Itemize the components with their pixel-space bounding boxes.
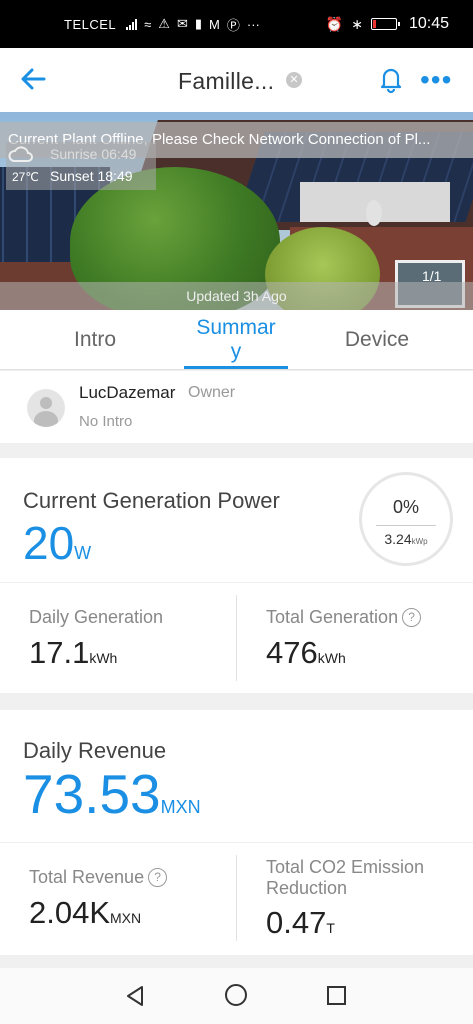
tab-summary[interactable]: Summar y [184,310,288,370]
warning-icon: ⚠ [158,16,170,31]
satellite-dish [366,200,382,226]
tab-device[interactable]: Device [322,310,432,370]
app-header: Famille... ✕ ••• [0,48,473,112]
plant-photo-banner[interactable]: Current Plant Offline, Please Check Netw… [0,112,473,310]
capacity-number: 3.24 [384,531,412,547]
battery-icon [370,18,400,30]
daily-revenue-number: 73.53 [23,763,161,825]
nav-home-icon[interactable] [225,984,247,1006]
total-revenue-label: Total Revenue? [29,867,168,888]
total-generation-text: Total Generation [266,607,399,627]
sunset: Sunset 18:49 [50,168,133,184]
nav-back-icon[interactable] [124,985,146,1007]
owner-intro: No Intro [79,413,133,430]
wifi-icon: ≈ [144,16,152,32]
more-icon: ··· [246,16,260,32]
daily-generation-number: 17.1 [29,635,90,670]
tab-intro[interactable]: Intro [40,310,150,370]
co2-number: 0.47 [266,905,327,940]
owner-name: LucDazemar [79,383,176,402]
sunrise-label: Sunrise [50,146,98,162]
power-unit: W [74,543,92,563]
gmail-icon: M [209,16,220,32]
signal-icon [126,18,138,30]
sunset-label: Sunset [50,168,94,184]
updated-time: Updated 3h Ago [0,282,473,310]
owner-role: Owner [188,384,236,401]
close-icon[interactable]: ✕ [286,72,302,88]
power-number: 20 [23,517,75,569]
capacity-ring: 0% 3.24kWp [359,472,453,566]
bluetooth-icon: ∗ [351,15,363,32]
daily-generation-unit: kWh [89,650,118,666]
totals-card: Total Revenue? 2.04KMXN Total CO2 Emissi… [0,843,473,955]
total-generation-number: 476 [266,635,318,670]
total-revenue-text: Total Revenue [29,867,145,887]
sunrise: Sunrise 06:49 [50,146,136,162]
capacity-value: 3.24kWp [362,531,450,547]
back-arrow-icon[interactable] [18,64,48,94]
co2-label-line1: Total CO2 Emission [266,857,425,877]
power-card: Current Generation Power 20W 0% 3.24kWp [0,458,473,582]
cloud-icon [8,146,33,162]
column-divider [236,595,237,681]
power-value: 20W [23,516,91,570]
daily-revenue-unit: MXN [160,797,201,817]
clock: 10:45 [408,15,449,32]
sim-icon: ▮ [194,16,202,31]
sunrise-time: 06:49 [101,146,137,162]
bell-icon[interactable] [376,64,406,94]
system-nav-bar [0,968,473,1024]
status-icons: ≈ ⚠ ✉ ▮ M Ⓟ ··· [126,15,260,34]
tab-bar: Intro Summar y Device [0,310,473,370]
co2-unit: T [326,920,335,936]
revenue-card: Daily Revenue 73.53MXN [0,710,473,842]
co2-value: 0.47T [266,905,335,941]
total-revenue-number: 2.04K [29,895,111,930]
temperature: 27℃ [12,170,39,184]
total-generation-label: Total Generation? [266,607,422,628]
pinterest-icon: Ⓟ [226,17,240,33]
column-divider [236,855,237,941]
co2-label: Total CO2 Emission Reduction [266,857,424,899]
mail-icon: ✉ [176,16,188,31]
sunset-time: 18:49 [97,168,133,184]
alarm-icon: ⏰ [325,15,344,32]
help-icon[interactable]: ? [148,868,168,887]
power-label: Current Generation Power [23,488,280,513]
status-bar: TELCEL ≈ ⚠ ✉ ▮ M Ⓟ ··· ⏰ ∗ 10:45 [0,0,473,48]
help-icon[interactable]: ? [402,608,422,627]
daily-generation-value: 17.1kWh [29,635,117,671]
active-tab-indicator [184,366,288,369]
daily-generation-label: Daily Generation [29,607,164,627]
carrier-label: TELCEL [64,16,117,32]
owner-row[interactable]: LucDazemar Owner No Intro [0,371,473,443]
total-revenue-unit: MXN [110,910,142,926]
plant-title: Famille... [178,68,275,94]
power-percent: 0% [392,497,419,517]
more-icon[interactable]: ••• [420,66,452,94]
total-generation-value: 476kWh [266,635,346,671]
daily-revenue-value: 73.53MXN [23,762,201,826]
avatar [27,389,65,427]
daily-revenue-label: Daily Revenue [23,738,167,763]
nav-recent-icon[interactable] [327,986,346,1005]
generation-card: Daily Generation 17.1kWh Total Generatio… [0,583,473,693]
total-revenue-value: 2.04KMXN [29,895,141,931]
co2-label-line2: Reduction [266,878,348,898]
capacity-unit: kWp [411,537,428,546]
total-generation-unit: kWh [317,650,346,666]
ring-divider [376,525,436,526]
